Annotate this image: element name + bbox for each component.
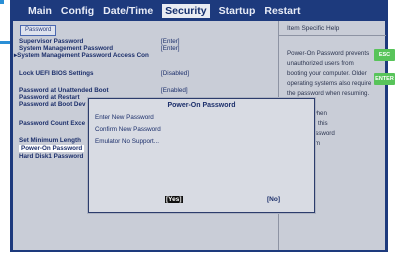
menu-bar: Main Config Date/Time Security Startup R… [10, 0, 388, 21]
power-on-password-dialog: Power-On Password Enter New Password Con… [88, 98, 315, 213]
menu-restart[interactable]: Restart [264, 5, 300, 17]
help-title: Item Specific Help [279, 21, 386, 36]
value-supervisor-password: [Enter] [161, 38, 180, 45]
item-hard-disk1-password[interactable]: Hard Disk1 Password [19, 153, 83, 160]
item-password-count-exceeded[interactable]: Password Count Exce [19, 120, 85, 127]
help-line: booting your computer. Older [287, 70, 367, 77]
help-line: Power-On Password prevents [287, 50, 370, 57]
esc-key-badge[interactable]: ESC [374, 49, 395, 61]
bios-frame: Main Config Date/Time Security Startup R… [10, 0, 388, 252]
accent-corner [0, 0, 4, 4]
bios-screen: Password Supervisor Password System Mana… [13, 21, 386, 250]
value-system-management-password: [Enter] [161, 45, 180, 52]
emulator-status-text: Emulator No Support... [95, 138, 160, 145]
yes-button[interactable]: [Yes] [165, 196, 183, 203]
item-lock-uefi-bios[interactable]: Lock UEFI BIOS Settings [19, 70, 94, 77]
value-password-unattended-boot: [Enabled] [161, 87, 188, 94]
item-set-minimum-length[interactable]: Set Minimum Length [19, 137, 81, 144]
menu-main[interactable]: Main [28, 5, 52, 17]
value-lock-uefi-bios: [Disabled] [161, 70, 190, 77]
item-password-unattended-boot[interactable]: Password at Unattended Boot [19, 87, 109, 94]
menu-security[interactable]: Security [162, 3, 210, 18]
item-password-boot-device[interactable]: Password at Boot Dev [19, 101, 85, 108]
dialog-title: Power-On Password [167, 102, 236, 109]
menu-date-time[interactable]: Date/Time [103, 5, 153, 17]
menu-startup[interactable]: Startup [219, 5, 256, 17]
help-line: operating systems also require [287, 80, 372, 87]
menu-config[interactable]: Config [61, 5, 94, 17]
help-line: unauthorized users from [287, 60, 354, 67]
item-sys-mgmt-password-access[interactable]: System Management Password Access Con [14, 52, 149, 59]
password-section-tab[interactable]: Password [20, 25, 57, 36]
item-supervisor-password[interactable]: Supervisor Password [19, 38, 83, 45]
item-system-management-password[interactable]: System Management Password [19, 45, 113, 52]
confirm-new-password-field[interactable]: Confirm New Password [95, 126, 161, 133]
no-button[interactable]: [No] [267, 196, 280, 203]
enter-new-password-field[interactable]: Enter New Password [95, 114, 154, 121]
enter-key-badge[interactable]: ENTER [374, 73, 395, 85]
item-password-at-restart[interactable]: Password at Restart [19, 94, 80, 101]
item-power-on-password[interactable]: Power-On Password [19, 145, 85, 152]
